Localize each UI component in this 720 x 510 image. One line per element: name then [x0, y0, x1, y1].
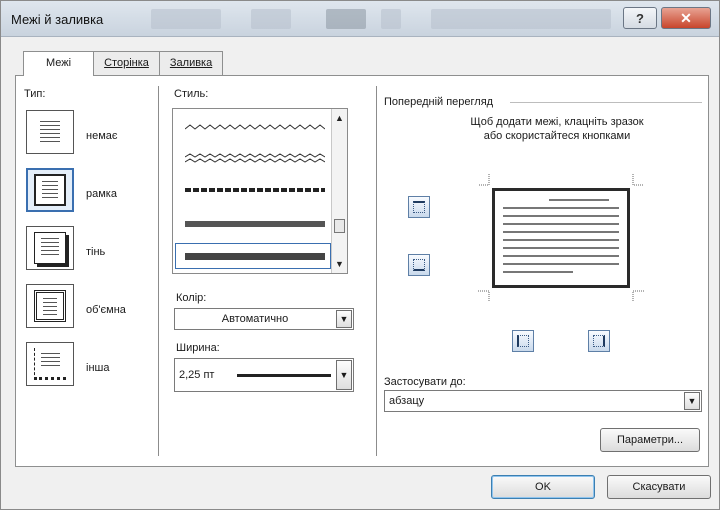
color-label: Колір:	[176, 292, 207, 304]
close-button[interactable]: ✕	[661, 7, 711, 29]
apply-to-label: Застосувати до:	[384, 376, 466, 388]
right-border-icon	[593, 335, 605, 347]
tab-panel: Тип: немає рамка тінь об'ємна інша Стиль…	[15, 75, 709, 467]
right-border-button[interactable]	[588, 330, 610, 352]
shadow-border-icon[interactable]	[26, 226, 74, 270]
apply-to-value: абзацу	[389, 395, 425, 407]
chevron-down-icon[interactable]: ▼	[336, 360, 352, 390]
close-icon: ✕	[680, 9, 692, 26]
title-bar: Межі й заливка ? ✕	[1, 1, 719, 37]
style-wavy[interactable]	[185, 123, 325, 135]
type-custom-label[interactable]: інша	[86, 362, 109, 374]
ok-button[interactable]: OK	[491, 475, 595, 499]
preview-hint-2: або скористайтеся кнопками	[483, 130, 631, 142]
color-value: Автоматично	[221, 313, 289, 325]
custom-border-icon[interactable]	[26, 342, 74, 386]
dialog-title: Межі й заливка	[11, 12, 104, 27]
bottom-border-button[interactable]	[408, 254, 430, 276]
type-label: Тип:	[24, 88, 46, 100]
style-selected-row[interactable]	[175, 243, 331, 269]
style-scrollbar[interactable]: ▲ ▼	[331, 109, 347, 273]
bottom-border-icon	[413, 259, 425, 271]
left-border-icon	[517, 335, 529, 347]
blurred-background	[431, 9, 611, 29]
divider	[158, 86, 159, 456]
type-box-label[interactable]: рамка	[86, 188, 117, 200]
blurred-background	[381, 9, 401, 29]
options-button[interactable]: Параметри...	[600, 428, 700, 452]
preview-label: Попередній перегляд	[384, 96, 494, 108]
tab-strip: Межі Сторінка Заливка	[23, 51, 224, 76]
blurred-background	[151, 9, 221, 29]
blurred-background	[251, 9, 291, 29]
cancel-button[interactable]: Скасувати	[607, 475, 711, 499]
width-value: 2,25 пт	[179, 369, 215, 381]
style-thick-selected	[185, 253, 325, 260]
help-button[interactable]: ?	[623, 7, 657, 29]
chevron-down-icon[interactable]: ▼	[684, 392, 700, 410]
3d-border-icon[interactable]	[26, 284, 74, 328]
chevron-down-icon[interactable]: ▼	[336, 310, 352, 328]
width-label: Ширина:	[176, 342, 220, 354]
preview-hint-1: Щоб додати межі, клацніть зразок	[470, 116, 644, 128]
tab-page-border[interactable]: Сторінка	[93, 51, 160, 75]
type-none-label[interactable]: немає	[86, 130, 118, 142]
apply-to-select[interactable]: абзацу ▼	[384, 390, 702, 412]
tab-borders[interactable]: Межі	[23, 51, 95, 76]
style-label: Стиль:	[174, 88, 209, 100]
style-thick[interactable]	[185, 219, 325, 229]
tab-shading[interactable]: Заливка	[158, 51, 224, 75]
corner-mark	[478, 290, 490, 302]
question-icon: ?	[636, 10, 644, 26]
divider	[376, 86, 377, 456]
top-border-button[interactable]	[408, 196, 430, 218]
color-select[interactable]: Автоматично ▼	[174, 308, 354, 330]
borders-shading-dialog: Межі й заливка ? ✕ Межі Сторінка Заливка…	[0, 0, 720, 510]
left-border-button[interactable]	[512, 330, 534, 352]
style-list[interactable]: ▲ ▼	[172, 108, 348, 274]
preview-sample[interactable]	[492, 188, 630, 288]
corner-mark	[632, 174, 644, 186]
scroll-down-icon[interactable]: ▼	[335, 259, 344, 269]
none-border-icon[interactable]	[26, 110, 74, 154]
scroll-up-icon[interactable]: ▲	[335, 113, 344, 123]
width-line-sample	[237, 374, 331, 377]
box-border-icon[interactable]	[26, 168, 74, 212]
top-border-icon	[413, 201, 425, 213]
type-3d-label[interactable]: об'ємна	[86, 304, 126, 316]
style-dash-dot-thick[interactable]	[185, 185, 325, 195]
preview-group-line	[510, 102, 702, 103]
scroll-thumb[interactable]	[334, 219, 345, 233]
type-shadow-label[interactable]: тінь	[86, 246, 105, 258]
corner-mark	[632, 290, 644, 302]
width-select[interactable]: 2,25 пт ▼	[174, 358, 354, 392]
style-double-wavy[interactable]	[185, 153, 325, 165]
corner-mark	[478, 174, 490, 186]
blurred-background	[326, 9, 366, 29]
